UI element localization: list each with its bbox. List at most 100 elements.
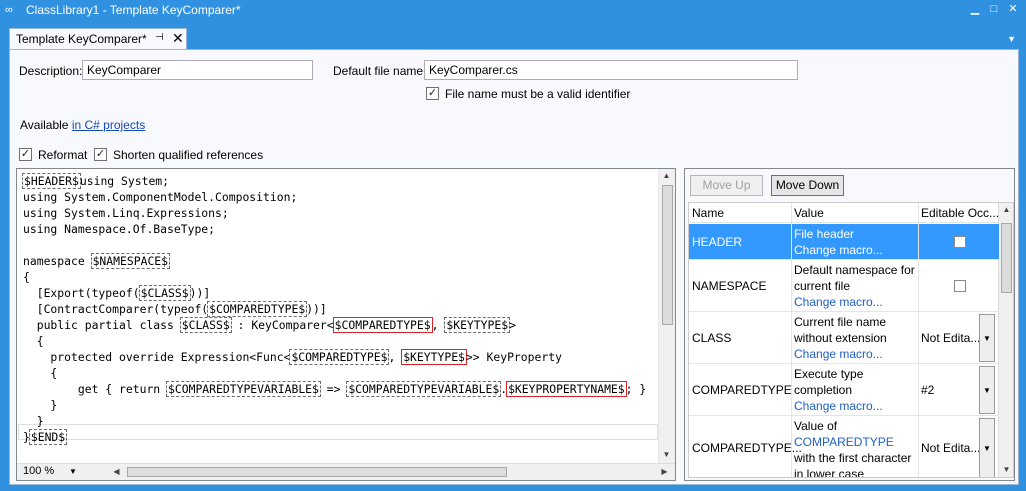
template-editor-panel: Description: KeyComparer Default file na…	[9, 49, 1019, 485]
code-line[interactable]: {	[23, 333, 646, 349]
chevron-down-icon[interactable]: ▼	[979, 418, 995, 477]
description-label: Description:	[19, 64, 83, 78]
available-link[interactable]: in C# projects	[72, 118, 145, 132]
macro-token[interactable]: $COMPAREDTYPE$	[332, 317, 433, 333]
editor-vertical-scrollbar[interactable]: ▲ ▼	[658, 169, 675, 464]
tab-close-icon[interactable]: ✕	[172, 30, 184, 47]
code-line[interactable]: $HEADER$using System;	[22, 173, 646, 189]
change-macro-link[interactable]: Change macro...	[794, 242, 918, 258]
change-macro-link[interactable]: Change macro...	[794, 346, 918, 362]
parameter-name: HEADER	[692, 235, 743, 249]
code-line[interactable]: public partial class $CLASS$ : KeyCompar…	[23, 317, 646, 333]
minimize-icon[interactable]: ▁	[968, 3, 982, 15]
macro-token[interactable]: $COMPAREDTYPE$	[289, 349, 390, 365]
zoom-dropdown-icon[interactable]: ▼	[69, 467, 77, 476]
macro-token[interactable]: $NAMESPACE$	[90, 253, 171, 269]
parameter-row[interactable]: CLASS Current file name without extension…	[689, 312, 999, 364]
macro-link[interactable]: COMPAREDTYPE	[794, 435, 894, 449]
scroll-left-icon[interactable]: ◀	[109, 467, 124, 476]
macro-token[interactable]: $COMPAREDTYPEVARIABLE$	[346, 381, 502, 397]
code-line[interactable]: using System.ComponentModel.Composition;	[23, 189, 646, 205]
change-macro-link[interactable]: Change macro...	[794, 294, 918, 310]
shorten-references-label: Shorten qualified references	[113, 148, 264, 162]
parameter-name: COMPAREDTYPE...	[692, 441, 802, 455]
parameter-row[interactable]: COMPAREDTYPE... Value of COMPAREDTYPE wit…	[689, 416, 999, 477]
template-code[interactable]: $HEADER$using System; using System.Compon…	[22, 173, 646, 445]
scroll-right-icon[interactable]: ▶	[657, 467, 672, 476]
shorten-references-checkbox[interactable]: ✓	[94, 148, 107, 161]
reformat-checkbox[interactable]: ✓	[19, 148, 32, 161]
macro-token[interactable]: $CLASS$	[179, 317, 232, 333]
macro-token[interactable]: $KEYTYPE$	[444, 317, 511, 333]
column-header-name[interactable]: Name	[692, 206, 724, 220]
move-up-button[interactable]: Move Up	[690, 175, 763, 196]
code-line[interactable]: [ContractComparer(typeof($COMPAREDTYPE$)…	[23, 301, 646, 317]
macro-token[interactable]: $KEYPROPERTYNAME$	[506, 381, 627, 397]
parameter-row[interactable]: COMPAREDTYPE Execute type completion Chang…	[689, 364, 999, 416]
macro-token[interactable]: $END$	[28, 429, 68, 445]
change-macro-link[interactable]: Change macro...	[794, 398, 918, 414]
valid-identifier-checkbox[interactable]: ✓	[426, 87, 439, 100]
parameter-name: COMPAREDTYPE	[692, 383, 792, 397]
code-line[interactable]: {	[23, 365, 646, 381]
parameter-value: Default namespace for current file Change…	[794, 262, 918, 310]
pin-icon[interactable]: ⊣	[155, 32, 164, 43]
editor-horizontal-scroll-thumb[interactable]	[127, 467, 507, 477]
parameter-value: Current file name without extension Chang…	[794, 314, 918, 362]
editable-occurrence-value[interactable]: #2	[921, 383, 934, 397]
editable-occurrence-checkbox[interactable]	[954, 236, 966, 248]
window-title: ClassLibrary1 - Template KeyComparer*	[26, 3, 241, 17]
editable-occurrence-value[interactable]: Not Edita...	[921, 331, 980, 345]
tab-dropdown-icon[interactable]: ▼	[1007, 34, 1016, 44]
chevron-down-icon[interactable]: ▼	[979, 314, 995, 362]
grid-vertical-scrollbar[interactable]: ▲ ▼	[998, 203, 1013, 477]
editor-scroll-thumb[interactable]	[662, 185, 673, 325]
parameter-description: Default namespace for current file	[794, 263, 915, 293]
parameter-row[interactable]: HEADER File header Change macro...	[689, 224, 999, 260]
editable-occurrence-checkbox[interactable]	[954, 280, 966, 292]
code-line[interactable]: [Export(typeof($CLASS$))]	[23, 285, 646, 301]
macro-token[interactable]: $COMPAREDTYPE$	[207, 301, 308, 317]
parameters-grid: Name Value Editable Occ... ▲ ▼ HEADER Fil…	[688, 202, 1014, 478]
close-icon[interactable]: ✕	[1006, 3, 1020, 15]
scroll-down-icon[interactable]: ▼	[659, 450, 674, 459]
macro-token[interactable]: $COMPAREDTYPEVARIABLE$	[166, 381, 321, 397]
code-line[interactable]: }$END$	[23, 429, 646, 445]
column-header-editable[interactable]: Editable Occ...	[921, 206, 999, 220]
code-editor[interactable]: $HEADER$using System; using System.Compon…	[16, 168, 676, 481]
title-bar: ∞ ClassLibrary1 - Template KeyComparer* …	[0, 0, 1026, 20]
macro-token[interactable]: $HEADER$	[22, 173, 81, 189]
grid-scroll-up-icon[interactable]: ▲	[999, 205, 1013, 214]
move-down-button[interactable]: Move Down	[771, 175, 844, 196]
grid-scroll-down-icon[interactable]: ▼	[999, 465, 1013, 474]
description-input[interactable]: KeyComparer	[82, 60, 313, 80]
column-header-value[interactable]: Value	[794, 206, 824, 220]
maximize-icon[interactable]: □	[987, 3, 1001, 15]
macro-token[interactable]: $KEYTYPE$	[401, 349, 467, 365]
code-line[interactable]: using System.Linq.Expressions;	[23, 205, 646, 221]
code-line[interactable]: using Namespace.Of.BaseType;	[23, 221, 646, 237]
code-line[interactable]: protected override Expression<Func<$COMP…	[23, 349, 646, 365]
parameter-value: Execute type completion Change macro...	[794, 366, 918, 414]
reformat-label: Reformat	[38, 148, 88, 162]
valid-identifier-label: File name must be a valid identifier	[445, 87, 631, 101]
scroll-up-icon[interactable]: ▲	[659, 171, 674, 180]
tab-template-keycomparer[interactable]: Template KeyComparer* ⊣ ✕	[9, 28, 187, 49]
parameter-row[interactable]: NAMESPACE Default namespace for current f…	[689, 260, 999, 312]
macro-token[interactable]: $CLASS$	[138, 285, 191, 301]
code-line[interactable]	[23, 237, 646, 253]
chevron-down-icon[interactable]: ▼	[979, 366, 995, 414]
code-line[interactable]: }	[23, 397, 646, 413]
code-line[interactable]: namespace $NAMESPACE$	[23, 253, 646, 269]
tab-strip: Template KeyComparer* ⊣ ✕ ▼	[0, 20, 1026, 49]
parameters-pane: Move Up Move Down Name Value Editable Oc…	[684, 168, 1015, 481]
grid-scroll-thumb[interactable]	[1001, 223, 1012, 293]
code-line[interactable]: }	[23, 413, 646, 429]
code-line[interactable]: get { return $COMPAREDTYPEVARIABLE$ => $…	[23, 381, 646, 397]
editable-occurrence-value[interactable]: Not Edita...	[921, 441, 980, 455]
code-line[interactable]: {	[23, 269, 646, 285]
parameter-value: File header Change macro...	[794, 226, 918, 258]
filename-input[interactable]: KeyComparer.cs	[424, 60, 798, 80]
tab-label: Template KeyComparer*	[16, 32, 147, 46]
zoom-level[interactable]: 100 %	[23, 465, 54, 477]
